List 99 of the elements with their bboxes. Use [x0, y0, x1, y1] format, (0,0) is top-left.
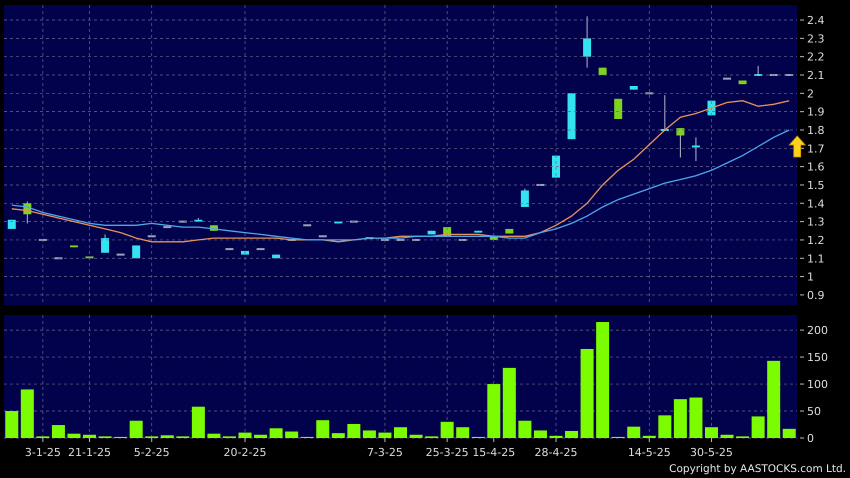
candlestick [116, 254, 125, 256]
axis-label: 2.1 [807, 69, 824, 82]
axis-label: 150 [807, 351, 828, 364]
axis-label: 15-4-25 [472, 446, 516, 459]
volume-bar [238, 432, 252, 438]
candlestick [676, 128, 684, 158]
candlestick [583, 16, 592, 68]
axis-label: 3-1-25 [24, 446, 61, 459]
axis-label: 1.6 [807, 160, 824, 174]
axis-label: 1.8 [807, 124, 824, 137]
volume-bar [550, 436, 562, 438]
axis-label: 2 [807, 87, 814, 100]
axis-label: 7-3-25 [366, 446, 403, 459]
volume-bar [160, 435, 174, 438]
volume-bar [52, 425, 65, 438]
axis-label: 21-1-25 [68, 446, 111, 459]
candlestick [738, 80, 747, 85]
up-arrow-icon [788, 135, 806, 158]
volume-bar [704, 427, 718, 438]
volume-bar [207, 434, 220, 438]
axis-label: 50 [807, 405, 821, 418]
candlestick [334, 221, 342, 224]
axis-label: 1.4 [807, 197, 824, 210]
candlestick [54, 257, 62, 260]
axis-label: 5-2-25 [134, 446, 170, 459]
volume-bar [674, 399, 687, 438]
volume-bar [752, 416, 765, 438]
axis-label: 200 [807, 324, 828, 338]
candlestick [70, 244, 78, 248]
copyright-text: Copyright by AASTOCKS.com Ltd. [669, 462, 847, 477]
candlestick [38, 238, 47, 241]
volume-bar [316, 420, 330, 438]
volume-bar [378, 432, 392, 438]
volume-bar [689, 398, 702, 438]
volume-bar [627, 426, 640, 438]
candlestick [86, 256, 94, 259]
candlestick [692, 136, 700, 162]
volume-bar [518, 420, 532, 438]
candlestick [630, 86, 638, 90]
volume-bar [285, 432, 298, 438]
candlestick [350, 220, 358, 223]
axis-label: 25-3-25 [426, 446, 469, 459]
candlestick [194, 217, 202, 222]
candlestick [660, 94, 669, 131]
volume-bar [254, 434, 268, 438]
axis-label: 2.4 [807, 14, 824, 28]
volume-bar [192, 406, 205, 438]
volume-bar [642, 436, 656, 438]
candlestick [474, 230, 482, 234]
candlestick [241, 250, 249, 256]
candlestick [272, 254, 280, 259]
candlestick [505, 228, 514, 234]
candlestick [101, 234, 110, 254]
volume-bar [410, 434, 423, 438]
volume-bar [130, 420, 143, 438]
candlestick [256, 248, 265, 250]
volume-bar [394, 427, 407, 438]
volume-bar [5, 411, 18, 438]
candlestick [210, 224, 218, 232]
volume-bar [67, 434, 80, 438]
axis-label: 0.9 [807, 288, 824, 302]
candlestick [723, 78, 732, 80]
axis-label: 2.3 [807, 32, 824, 46]
axis-label: 1.7 [807, 142, 824, 156]
volume-bar [487, 384, 500, 438]
volume-bar [83, 434, 96, 438]
axis-label: 1.3 [807, 216, 824, 229]
axis-label: 1.1 [807, 252, 824, 266]
volume-bar [456, 427, 470, 438]
axis-label: 20-2-25 [224, 446, 266, 459]
axis-label: 100 [807, 378, 828, 392]
axis-label: 1.9 [807, 106, 824, 119]
candlestick [288, 238, 296, 241]
candlestick [598, 67, 607, 76]
volume-bar [720, 434, 734, 438]
candlestick [428, 230, 436, 235]
axis-label: 30-5-25 [690, 446, 733, 459]
volume-bar [440, 422, 454, 438]
candlestick [132, 244, 140, 259]
axis-label: 1 [807, 270, 814, 284]
axis-label: 1.5 [807, 178, 824, 192]
candlestick [754, 65, 762, 76]
candlestick [490, 236, 498, 240]
axis-label: 1.2 [807, 234, 824, 247]
volume-bar [332, 433, 345, 438]
volume-bar [502, 368, 516, 438]
axis-label: 0 [807, 432, 814, 445]
volume-bar [270, 428, 283, 438]
axis-label: 14-5-25 [628, 446, 671, 459]
candlestick [225, 248, 234, 250]
candlestick [23, 200, 32, 224]
candlestick [458, 238, 467, 241]
axis-label: 2.2 [807, 50, 824, 64]
candlestick [536, 184, 544, 186]
candlestick [568, 92, 576, 140]
volume-bar [20, 389, 34, 438]
candlestick [614, 98, 622, 120]
candlestick [645, 92, 654, 94]
axis-label: 28-4-25 [534, 446, 578, 459]
